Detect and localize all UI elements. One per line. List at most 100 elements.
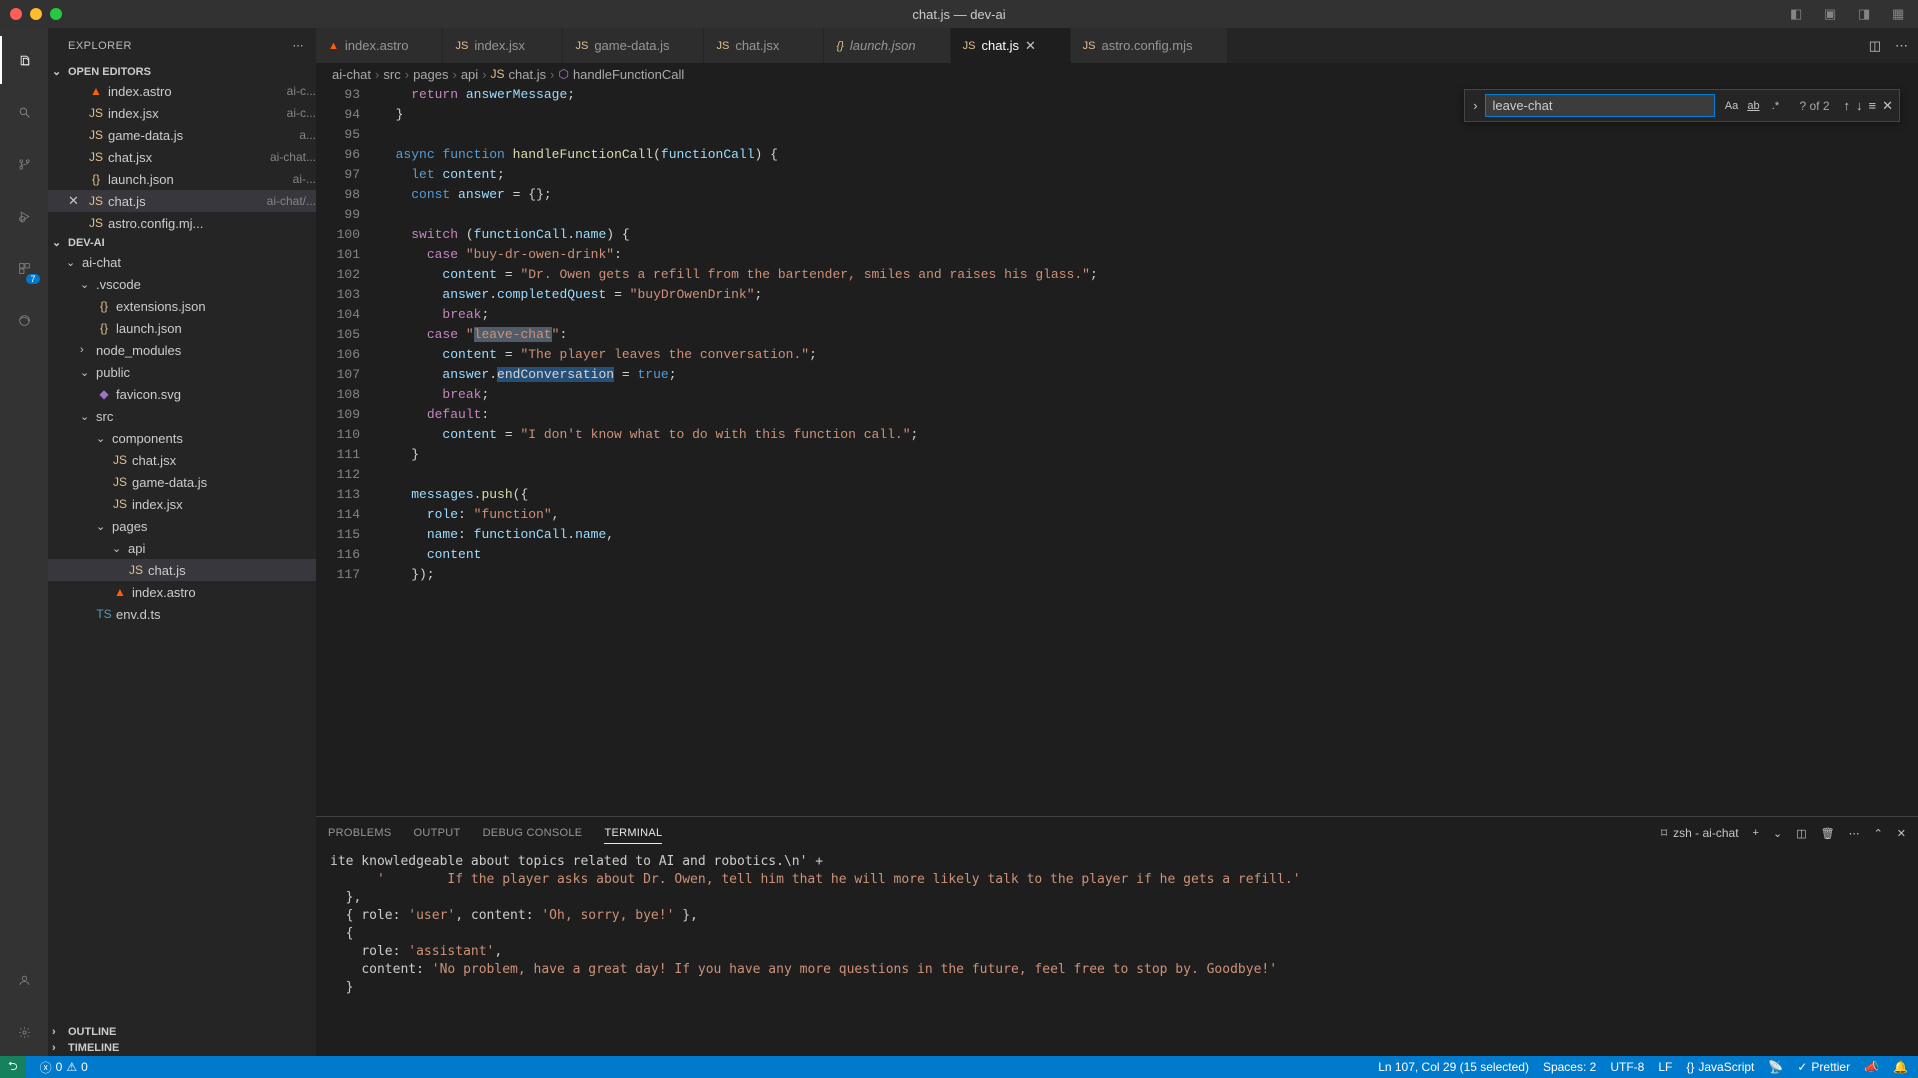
activity-bar: 7: [0, 28, 48, 1056]
debug-activity[interactable]: [0, 192, 48, 240]
accounts-activity[interactable]: [0, 956, 48, 1004]
folder-src[interactable]: ⌄src: [48, 405, 316, 427]
new-terminal-icon[interactable]: +: [1753, 827, 1759, 839]
output-tab[interactable]: OUTPUT: [414, 823, 461, 843]
toggle-panel-icon[interactable]: ▣: [1824, 6, 1840, 22]
regex-icon[interactable]: .*: [1765, 96, 1785, 116]
settings-activity[interactable]: [0, 1008, 48, 1056]
file-env-dts[interactable]: TSenv.d.ts: [48, 603, 316, 625]
editor-tab[interactable]: JSchat.jsx✕: [704, 28, 824, 63]
open-editor-item[interactable]: ✕JSastro.config.mj...: [48, 212, 316, 234]
split-terminal-icon[interactable]: ◫: [1796, 827, 1806, 840]
language-mode[interactable]: {} JavaScript: [1686, 1060, 1754, 1074]
match-word-icon[interactable]: ab: [1743, 96, 1763, 116]
timeline-header[interactable]: › TIMELINE: [48, 1040, 316, 1056]
open-editor-item[interactable]: ✕JSindex.jsxai-c...: [48, 102, 316, 124]
find-input[interactable]: [1485, 94, 1715, 117]
crumb[interactable]: pages: [413, 67, 448, 82]
terminal-dropdown-icon[interactable]: ⌄: [1773, 827, 1782, 840]
file-extensions-json[interactable]: {}extensions.json: [48, 295, 316, 317]
open-editor-item[interactable]: ✕{}launch.jsonai-...: [48, 168, 316, 190]
find-next-icon[interactable]: ↓: [1856, 98, 1863, 114]
find-prev-icon[interactable]: ↑: [1844, 98, 1851, 114]
find-toggle-replace-icon[interactable]: ›: [1465, 98, 1485, 113]
go-live-icon[interactable]: 📡: [1768, 1060, 1783, 1074]
panel-more-icon[interactable]: ⋯: [1849, 827, 1860, 840]
notifications-icon[interactable]: 🔔: [1893, 1060, 1908, 1074]
maximize-window-button[interactable]: [50, 8, 62, 20]
file-index-jsx[interactable]: JSindex.jsx: [48, 493, 316, 515]
folder-components[interactable]: ⌄components: [48, 427, 316, 449]
file-chat-jsx[interactable]: JSchat.jsx: [48, 449, 316, 471]
find-selection-icon[interactable]: ≡: [1869, 98, 1877, 114]
toggle-primary-sidebar-icon[interactable]: ◧: [1790, 6, 1806, 22]
encoding[interactable]: UTF-8: [1610, 1060, 1644, 1074]
source-control-activity[interactable]: [0, 140, 48, 188]
editor-tab[interactable]: JSchat.js✕: [951, 28, 1071, 63]
terminal-profile[interactable]: ⌑ zsh - ai-chat: [1661, 826, 1739, 840]
crumb[interactable]: ai-chat: [332, 67, 371, 82]
open-editor-item[interactable]: ✕JSchat.jsxai-chat...: [48, 146, 316, 168]
folder-node-modules[interactable]: ›node_modules: [48, 339, 316, 361]
file-index-astro[interactable]: ▲index.astro: [48, 581, 316, 603]
split-editor-icon[interactable]: ◫: [1869, 38, 1881, 54]
status-bar: ⮌ ⓧ0 ⚠0 Ln 107, Col 29 (15 selected) Spa…: [0, 1056, 1918, 1078]
open-editor-item[interactable]: ✕JSchat.jsai-chat/...: [48, 190, 316, 212]
breadcrumbs[interactable]: ai-chat› src› pages› api› JS chat.js› ⬡ …: [316, 63, 1918, 85]
indentation[interactable]: Spaces: 2: [1543, 1060, 1596, 1074]
problems-tab[interactable]: PROBLEMS: [328, 823, 392, 843]
feedback-icon[interactable]: 📣: [1864, 1060, 1879, 1074]
debug-console-tab[interactable]: DEBUG CONSOLE: [483, 823, 583, 843]
cursor-position[interactable]: Ln 107, Col 29 (15 selected): [1378, 1060, 1529, 1074]
terminal-content[interactable]: ite knowledgeable about topics related t…: [316, 849, 1918, 1056]
minimize-window-button[interactable]: [30, 8, 42, 20]
toggle-secondary-sidebar-icon[interactable]: ◨: [1858, 6, 1874, 22]
edge-activity[interactable]: [0, 296, 48, 344]
outline-header[interactable]: › OUTLINE: [48, 1024, 316, 1040]
explorer-activity[interactable]: [0, 36, 48, 84]
open-editor-item[interactable]: ✕▲index.astroai-c...: [48, 80, 316, 102]
extensions-activity[interactable]: 7: [0, 244, 48, 292]
folder-vscode[interactable]: ⌄.vscode: [48, 273, 316, 295]
editor-tab[interactable]: JSastro.config.mjs✕: [1071, 28, 1228, 63]
folder-ai-chat[interactable]: ⌄ai-chat: [48, 251, 316, 273]
kill-terminal-icon[interactable]: 🗑: [1821, 827, 1835, 840]
file-chat-js[interactable]: JSchat.js: [48, 559, 316, 581]
close-tab-icon[interactable]: ✕: [1025, 38, 1041, 54]
folder-api[interactable]: ⌄api: [48, 537, 316, 559]
explorer-more-icon[interactable]: ⋯: [293, 39, 305, 52]
editor-tab[interactable]: JSindex.jsx✕: [443, 28, 563, 63]
crumb[interactable]: api: [461, 67, 478, 82]
editor-tab[interactable]: {}launch.json✕: [824, 28, 950, 63]
editor-tab[interactable]: ▲index.astro✕: [316, 28, 443, 63]
close-icon[interactable]: ✕: [68, 193, 84, 209]
terminal-tab[interactable]: TERMINAL: [604, 823, 662, 844]
folder-pages[interactable]: ⌄pages: [48, 515, 316, 537]
close-panel-icon[interactable]: ✕: [1897, 827, 1906, 840]
folder-public[interactable]: ⌄public: [48, 361, 316, 383]
code-editor[interactable]: › Aa ab .* ? of 2 ↑ ↓ ≡ ✕ 93949596979899…: [316, 85, 1918, 816]
open-editor-item[interactable]: ✕JSgame-data.jsa...: [48, 124, 316, 146]
open-editors-header[interactable]: ⌄ OPEN EDITORS: [48, 63, 316, 80]
crumb[interactable]: handleFunctionCall: [573, 67, 684, 82]
project-header[interactable]: ⌄ DEV-AI: [48, 234, 316, 251]
prettier-status[interactable]: ✓ Prettier: [1797, 1060, 1850, 1074]
file-launch-json[interactable]: {}launch.json: [48, 317, 316, 339]
crumb[interactable]: src: [383, 67, 400, 82]
more-actions-icon[interactable]: ⋯: [1895, 38, 1908, 54]
match-case-icon[interactable]: Aa: [1721, 96, 1741, 116]
crumb[interactable]: chat.js: [509, 67, 547, 82]
file-favicon[interactable]: ◆favicon.svg: [48, 383, 316, 405]
find-close-icon[interactable]: ✕: [1882, 98, 1893, 114]
code-content[interactable]: return answerMessage; } async function h…: [380, 85, 1918, 816]
customize-layout-icon[interactable]: ▦: [1892, 6, 1908, 22]
terminal-icon: ⌑: [1661, 826, 1667, 840]
file-game-data-js[interactable]: JSgame-data.js: [48, 471, 316, 493]
editor-tab[interactable]: JSgame-data.js✕: [563, 28, 704, 63]
status-errors[interactable]: ⓧ0 ⚠0: [40, 1059, 88, 1076]
eol[interactable]: LF: [1658, 1060, 1672, 1074]
search-activity[interactable]: [0, 88, 48, 136]
close-window-button[interactable]: [10, 8, 22, 20]
maximize-panel-icon[interactable]: ⌃: [1874, 827, 1883, 840]
remote-indicator[interactable]: ⮌: [0, 1056, 26, 1078]
